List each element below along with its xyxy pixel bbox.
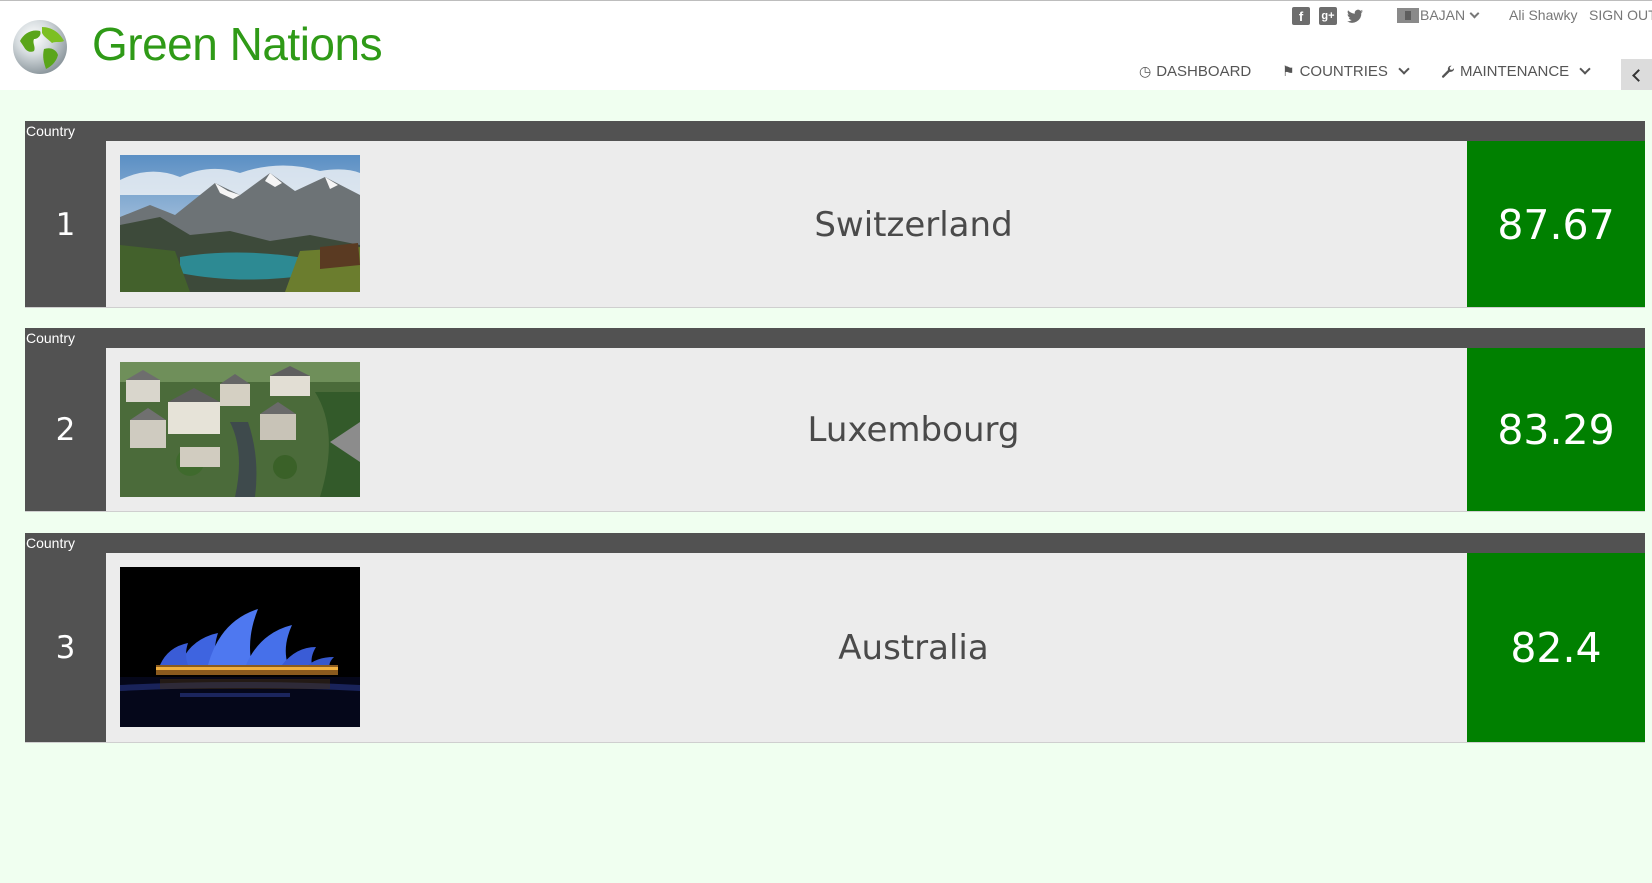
country-name: Switzerland [814,204,1013,245]
card-divider [25,511,1645,512]
google-plus-icon[interactable]: g+ [1319,7,1337,25]
nav-dashboard[interactable]: ◷ DASHBOARD [1139,63,1251,80]
facebook-icon[interactable]: f [1292,7,1310,25]
social-links: f g+ [1292,7,1364,25]
score-badge: 83.29 [1467,348,1645,512]
chevron-down-icon [1398,63,1410,75]
country-photo [120,567,360,727]
rank-number: 2 [55,412,76,448]
score-badge: 87.67 [1467,141,1645,308]
globe-logo-icon[interactable] [12,19,68,75]
card-divider [25,307,1645,308]
card-body: Switzerland [106,141,1467,308]
wrench-icon [1441,65,1455,78]
nav-dashboard-label: DASHBOARD [1156,63,1252,80]
card-body: Luxembourg [106,348,1467,512]
sign-out-link[interactable]: SIGN OUT [1589,7,1652,23]
country-name: Luxembourg [807,410,1020,450]
card-label: Country [26,535,76,551]
nav-countries-label: COUNTRIES [1299,63,1388,80]
chevron-down-icon [1579,63,1591,75]
flag-icon: ⚑ [1282,63,1295,79]
brand-title[interactable]: Green Nations [92,17,383,71]
rank-number: 3 [55,630,76,666]
language-label: BAJAN [1420,7,1466,23]
country-card[interactable]: Country 3 Australia 82.4 [25,533,1645,743]
card-label: Country [26,123,76,139]
flag-icon [1397,7,1419,23]
nav-maintenance[interactable]: MAINTENANCE [1441,63,1591,80]
twitter-icon[interactable] [1346,7,1364,25]
country-photo [120,155,360,292]
chevron-down-icon [1469,8,1480,18]
country-photo [120,362,360,497]
language-selector[interactable]: BAJAN [1397,7,1480,23]
sidebar-toggle-button[interactable] [1621,59,1652,90]
rank-number: 1 [55,206,76,243]
country-card[interactable]: Country 2 Luxembourg 83.29 [25,328,1645,512]
nav-maintenance-label: MAINTENANCE [1460,63,1570,80]
user-name-link[interactable]: Ali Shawky [1509,7,1577,23]
top-header: Green Nations f g+ BAJAN Ali Shawky SIGN… [0,0,1652,90]
country-card[interactable]: Country 1 Switzerland 87.67 [25,121,1645,308]
card-label: Country [26,330,76,346]
card-body: Australia [106,553,1467,743]
nav-countries[interactable]: ⚑ COUNTRIES [1282,63,1410,80]
score-badge: 82.4 [1467,553,1645,743]
dashboard-gauge-icon: ◷ [1139,63,1152,79]
card-divider [25,742,1645,743]
country-name: Australia [838,628,989,668]
